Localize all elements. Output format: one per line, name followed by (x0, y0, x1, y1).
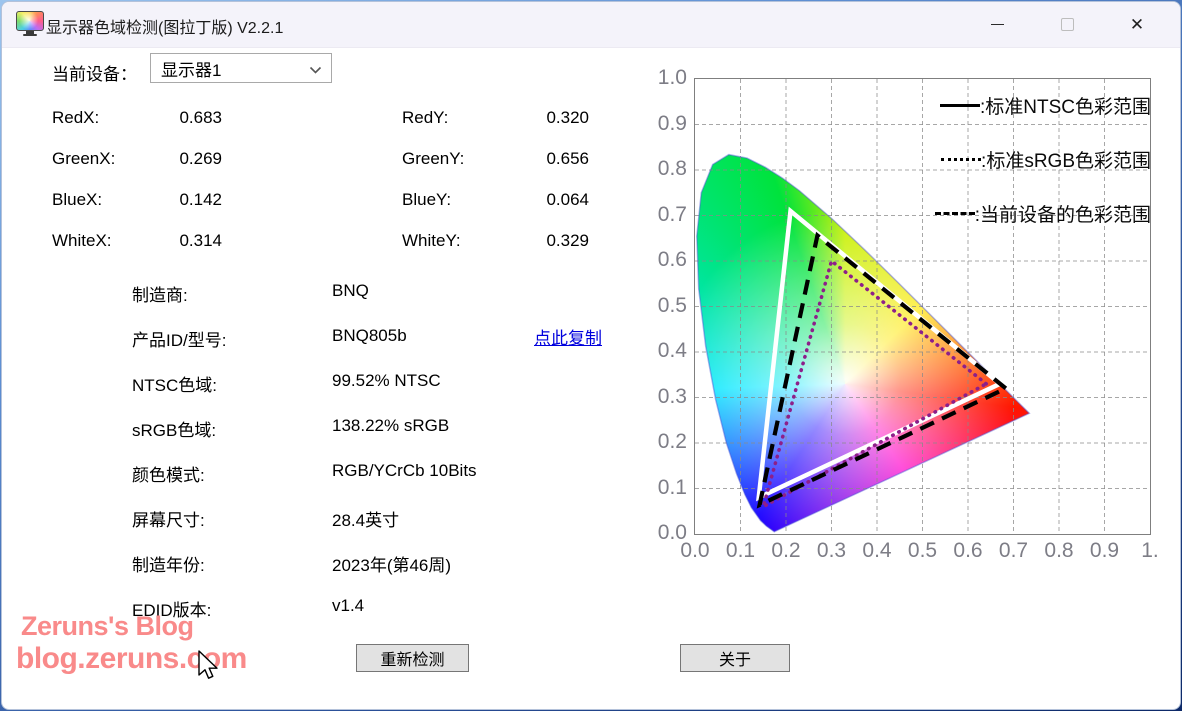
coord-value: 0.683 (112, 108, 222, 128)
y-tick-label: 0.2 (633, 430, 687, 454)
info-label: 颜色模式: (132, 461, 205, 486)
x-tick-label: 0.1 (719, 539, 763, 563)
device-select-value: 显示器1 (161, 56, 221, 81)
info-label: 制造商: (132, 281, 188, 306)
y-tick-label: 0.7 (633, 203, 687, 227)
y-tick-label: 0.0 (633, 521, 687, 545)
y-tick-label: 0.3 (633, 385, 687, 409)
info-value: 138.22% sRGB (332, 416, 449, 436)
x-tick-label: 0.7 (992, 539, 1036, 563)
info-value: 2023年(第46周) (332, 551, 451, 576)
info-label: 产品ID/型号: (132, 326, 226, 351)
x-tick-label: 0.9 (1083, 539, 1127, 563)
legend-label: :当前设备的色彩范围 (975, 200, 1151, 227)
info-label: sRGB色域: (132, 416, 216, 441)
x-tick-label: 0.2 (764, 539, 808, 563)
chart-legend: :标准NTSC色彩范围 :标准sRGB色彩范围 :当前设备的色彩范围 (831, 92, 1151, 227)
watermark-line1: Zeruns's Blog (21, 612, 247, 642)
info-value: RGB/YCrCb 10Bits (332, 461, 477, 481)
gamut-triangle-dotted (763, 261, 986, 507)
x-tick-label: 1. (1128, 539, 1172, 563)
coord-label: WhiteY: (402, 231, 502, 251)
info-label: 制造年份: (132, 551, 205, 576)
y-tick-label: 0.8 (633, 157, 687, 181)
info-label: 屏幕尺寸: (132, 506, 205, 531)
coord-label: RedY: (402, 108, 502, 128)
legend-label: :标准NTSC色彩范围 (980, 92, 1151, 119)
y-tick-label: 1.0 (633, 66, 687, 90)
app-window: 显示器色域检测(图拉丁版) V2.2.1 ✕ 当前设备： 显示器1 RedX: … (1, 1, 1181, 710)
y-tick-label: 0.9 (633, 112, 687, 136)
chevron-down-icon (309, 66, 322, 75)
about-button[interactable]: 关于 (680, 644, 790, 672)
coord-value: 0.656 (489, 149, 589, 169)
y-tick-label: 0.5 (633, 294, 687, 318)
legend-solid-line-icon (940, 104, 980, 107)
legend-item: :标准NTSC色彩范围 (940, 92, 1151, 119)
y-tick-label: 0.4 (633, 339, 687, 363)
coord-label: GreenY: (402, 149, 502, 169)
client-area: 当前设备： 显示器1 RedX: 0.683 RedY: 0.320 Green… (2, 2, 1180, 709)
coord-label: BlueY: (402, 190, 502, 210)
redetect-button[interactable]: 重新检测 (356, 644, 469, 672)
info-value: v1.4 (332, 596, 364, 616)
coord-value: 0.142 (112, 190, 222, 210)
x-tick-label: 0.4 (855, 539, 899, 563)
coord-value: 0.320 (489, 108, 589, 128)
legend-dotted-line-icon (941, 158, 981, 161)
coord-value: 0.314 (112, 231, 222, 251)
coord-value: 0.269 (112, 149, 222, 169)
y-tick-label: 0.1 (633, 476, 687, 500)
mouse-cursor (197, 650, 221, 682)
legend-item: :当前设备的色彩范围 (935, 200, 1151, 227)
legend-dashed-line-icon (935, 212, 975, 215)
info-value: BNQ805b (332, 326, 407, 346)
device-label: 当前设备： (52, 60, 137, 85)
info-value: 28.4英寸 (332, 506, 399, 531)
legend-label: :标准sRGB色彩范围 (981, 146, 1151, 173)
info-label: NTSC色域: (132, 371, 217, 396)
x-tick-label: 0.3 (810, 539, 854, 563)
y-tick-label: 0.6 (633, 248, 687, 272)
device-select[interactable]: 显示器1 (150, 53, 332, 83)
desktop-background: 显示器色域检测(图拉丁版) V2.2.1 ✕ 当前设备： 显示器1 RedX: … (0, 0, 1182, 711)
info-value: BNQ (332, 281, 369, 301)
copy-link[interactable]: 点此复制 (534, 324, 602, 349)
coord-value: 0.064 (489, 190, 589, 210)
legend-item: :标准sRGB色彩范围 (941, 146, 1151, 173)
x-tick-label: 0.5 (901, 539, 945, 563)
x-tick-label: 0.8 (1037, 539, 1081, 563)
x-tick-label: 0.6 (946, 539, 990, 563)
coord-value: 0.329 (489, 231, 589, 251)
info-value: 99.52% NTSC (332, 371, 441, 391)
